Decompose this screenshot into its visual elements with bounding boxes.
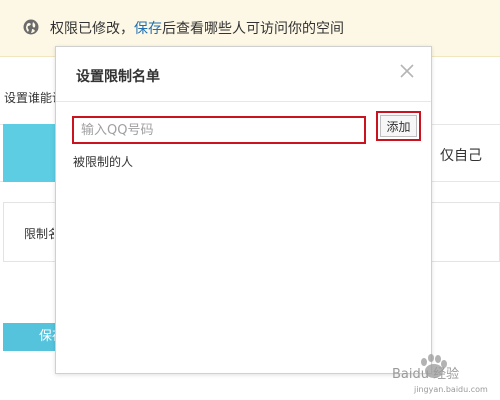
- globe-icon: [23, 19, 39, 35]
- restricted-people-label: 被限制的人: [73, 155, 134, 169]
- save-link[interactable]: 保存: [134, 21, 162, 37]
- qq-number-input[interactable]: [72, 116, 366, 144]
- watermark-url: jingyan.baidu.com: [413, 385, 488, 394]
- notice-text-before: 权限已修改，: [50, 21, 134, 37]
- notice-text: 权限已修改，保存后查看哪些人可访问你的空间: [50, 18, 344, 38]
- background-save-button[interactable]: 保存: [3, 323, 55, 351]
- option-only-me[interactable]: 仅自己: [440, 145, 482, 165]
- dialog-title: 设置限制名单: [76, 69, 160, 85]
- restriction-list-label: 限制名单: [24, 227, 54, 241]
- restriction-list-dialog: 设置限制名单 添加 被限制的人: [55, 46, 432, 374]
- close-icon[interactable]: [399, 63, 415, 79]
- selected-option-block[interactable]: [3, 124, 57, 182]
- add-button[interactable]: 添加: [380, 115, 417, 137]
- baidu-jingyan-watermark: Baidu 经验 jingyan.baidu.com: [392, 354, 488, 394]
- watermark-text: Baidu 经验: [392, 366, 459, 382]
- settings-label: 设置谁能访问: [4, 91, 60, 105]
- add-button-highlight: 添加: [376, 111, 421, 141]
- dialog-header: 设置限制名单: [56, 47, 431, 102]
- notice-text-after: 后查看哪些人可访问你的空间: [162, 21, 344, 37]
